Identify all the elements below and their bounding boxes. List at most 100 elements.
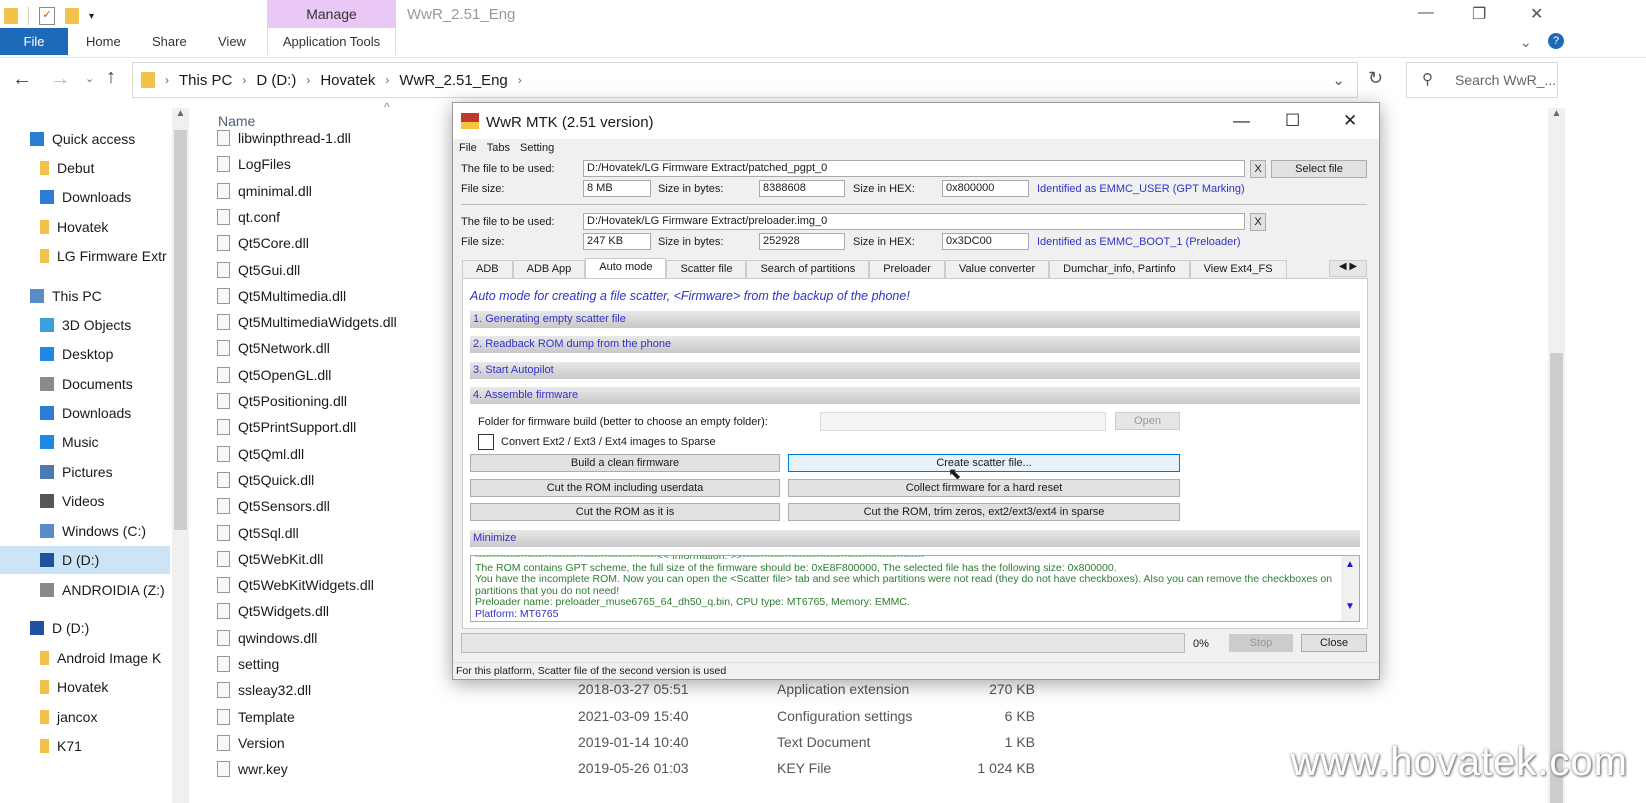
scroll-up-icon[interactable]: ▲ [172,108,189,119]
nav-item[interactable]: K71 [0,732,170,760]
breadcrumb-d-drive[interactable]: D (D:) [256,72,296,89]
tab-adb[interactable]: ADB [462,260,513,278]
select-file-button[interactable]: Select file [1271,160,1367,178]
nav-item[interactable]: 3D Objects [0,311,170,339]
nav-item[interactable]: Videos [0,487,170,515]
file-row[interactable]: Template [217,704,295,730]
scroll-up-icon[interactable]: ▲ [1341,559,1359,571]
file2-clear-button[interactable]: X [1250,213,1266,231]
nav-item[interactable]: This PC [0,282,170,310]
scroll-up-icon[interactable]: ▲ [1548,108,1565,119]
file1-path-input[interactable]: D:/Hovatek/LG Firmware Extract/patched_p… [583,160,1245,177]
log-scrollbar[interactable]: ▲ ▼ [1341,556,1359,621]
file-row[interactable]: Qt5Widgets.dll [217,598,329,624]
section-generating-scatter[interactable]: 1. Generating empty scatter file [470,311,1360,328]
folder-input[interactable] [820,412,1106,431]
file1-size-field[interactable]: 8 MB [583,180,651,197]
file-row[interactable]: setting [217,651,279,677]
nav-item[interactable]: D (D:) [0,546,170,574]
tab-search-of-partitions[interactable]: Search of partitions [746,260,870,278]
nav-item[interactable]: Android Image K [0,644,170,672]
tab-preloader[interactable]: Preloader [869,260,945,278]
file-row[interactable]: Version [217,730,285,756]
nav-item[interactable]: Quick access [0,125,170,153]
close-icon[interactable]: ✕ [1343,111,1357,131]
nav-item[interactable]: Downloads [0,399,170,427]
tab-dumchar-info-partinfo[interactable]: Dumchar_info, Partinfo [1049,260,1190,278]
nav-item[interactable]: ANDROIDIA (Z:) [0,576,170,604]
menu-setting[interactable]: Setting [520,142,554,154]
forward-icon[interactable]: → [50,68,70,91]
properties-icon[interactable]: ✓ [39,7,55,25]
file-row[interactable]: Qt5Core.dll [217,230,309,256]
tab-home[interactable]: Home [86,28,121,55]
maximize-icon[interactable]: ❐ [1472,4,1486,24]
file-row[interactable]: Qt5Sql.dll [217,520,299,546]
close-button[interactable]: Close [1301,634,1367,652]
close-icon[interactable]: ✕ [1530,4,1543,24]
recent-locations-icon[interactable]: ⌄ [85,72,94,85]
collect-firmware-hard-reset-button[interactable]: Collect firmware for a hard reset [788,479,1180,497]
tab-scatter-file[interactable]: Scatter file [666,260,747,278]
section-start-autopilot[interactable]: 3. Start Autopilot [470,362,1360,379]
file-row[interactable]: LogFiles [217,151,291,177]
customize-dropdown-icon[interactable]: ▾ [89,11,94,22]
scroll-thumb[interactable] [1550,353,1563,803]
file1-clear-button[interactable]: X [1250,160,1266,178]
maximize-icon[interactable]: ☐ [1285,111,1300,131]
tab-scroll-arrows[interactable]: ◀ ▶ [1329,260,1367,277]
file-list-scrollbar[interactable]: ▲ [1548,108,1565,803]
nav-scrollbar[interactable]: ▲ [172,108,189,803]
cut-rom-trim-sparse-button[interactable]: Cut the ROM, trim zeros, ext2/ext3/ext4 … [788,503,1180,521]
nav-item[interactable]: Downloads [0,183,170,211]
tab-view-ext4-fs[interactable]: View Ext4_FS [1189,260,1287,278]
nav-item[interactable]: Debut [0,154,170,182]
file1-hex-field[interactable]: 0x800000 [942,180,1029,197]
breadcrumb-this-pc[interactable]: This PC [179,72,232,89]
create-scatter-file-button[interactable]: Create scatter file... [788,454,1180,472]
file-row[interactable]: Qt5PrintSupport.dll [217,414,356,440]
build-clean-firmware-button[interactable]: Build a clean firmware [470,454,780,472]
minimize-icon[interactable]: — [1233,111,1250,131]
up-icon[interactable]: ↑ [106,66,116,89]
file-row[interactable]: libwinpthread-1.dll [217,125,351,151]
back-icon[interactable]: ← [12,68,32,91]
nav-item[interactable]: Hovatek [0,213,170,241]
breadcrumb-hovatek[interactable]: Hovatek [320,72,375,89]
tab-auto-mode[interactable]: Auto mode [585,258,667,278]
nav-item[interactable]: Music [0,428,170,456]
file-row[interactable]: Qt5Positioning.dll [217,388,347,414]
nav-item[interactable]: Desktop [0,340,170,368]
file-row[interactable]: Qt5Multimedia.dll [217,283,346,309]
cut-rom-as-is-button[interactable]: Cut the ROM as it is [470,503,780,521]
file-row[interactable]: Qt5Gui.dll [217,257,300,283]
stop-button[interactable]: Stop [1229,634,1293,652]
convert-sparse-checkbox[interactable] [478,434,494,450]
section-assemble-firmware[interactable]: 4. Assemble firmware [470,387,1360,404]
address-bar[interactable]: › This PC › D (D:) › Hovatek › WwR_2.51_… [132,62,1358,98]
nav-item[interactable]: LG Firmware Extr [0,242,170,270]
nav-item[interactable]: Pictures [0,458,170,486]
file-row[interactable]: Qt5Quick.dll [217,467,314,493]
file-row[interactable]: qwindows.dll [217,625,317,651]
file-row[interactable]: Qt5MultimediaWidgets.dll [217,309,397,335]
nav-item[interactable]: Hovatek [0,673,170,701]
file-row[interactable]: Qt5WebKit.dll [217,546,323,572]
file2-size-field[interactable]: 247 KB [583,233,651,250]
minimize-icon[interactable]: — [1418,4,1434,22]
nav-item[interactable]: jancox [0,703,170,731]
file-row[interactable]: ssleay32.dll [217,677,311,703]
file2-path-input[interactable]: D:/Hovatek/LG Firmware Extract/preloader… [583,213,1245,230]
refresh-icon[interactable]: ↻ [1368,68,1383,89]
ribbon-expand-icon[interactable]: ⌄ [1520,34,1532,51]
minimize-section[interactable]: Minimize [470,530,1360,547]
tab-file[interactable]: File [0,28,68,55]
tab-view[interactable]: View [218,28,246,55]
file-row[interactable]: Qt5WebKitWidgets.dll [217,572,374,598]
tab-share[interactable]: Share [152,28,187,55]
manage-context-tab[interactable]: Manage [267,0,396,28]
file2-bytes-field[interactable]: 252928 [759,233,845,250]
open-button[interactable]: Open [1115,412,1180,430]
file1-bytes-field[interactable]: 8388608 [759,180,845,197]
tab-application-tools[interactable]: Application Tools [267,28,396,55]
